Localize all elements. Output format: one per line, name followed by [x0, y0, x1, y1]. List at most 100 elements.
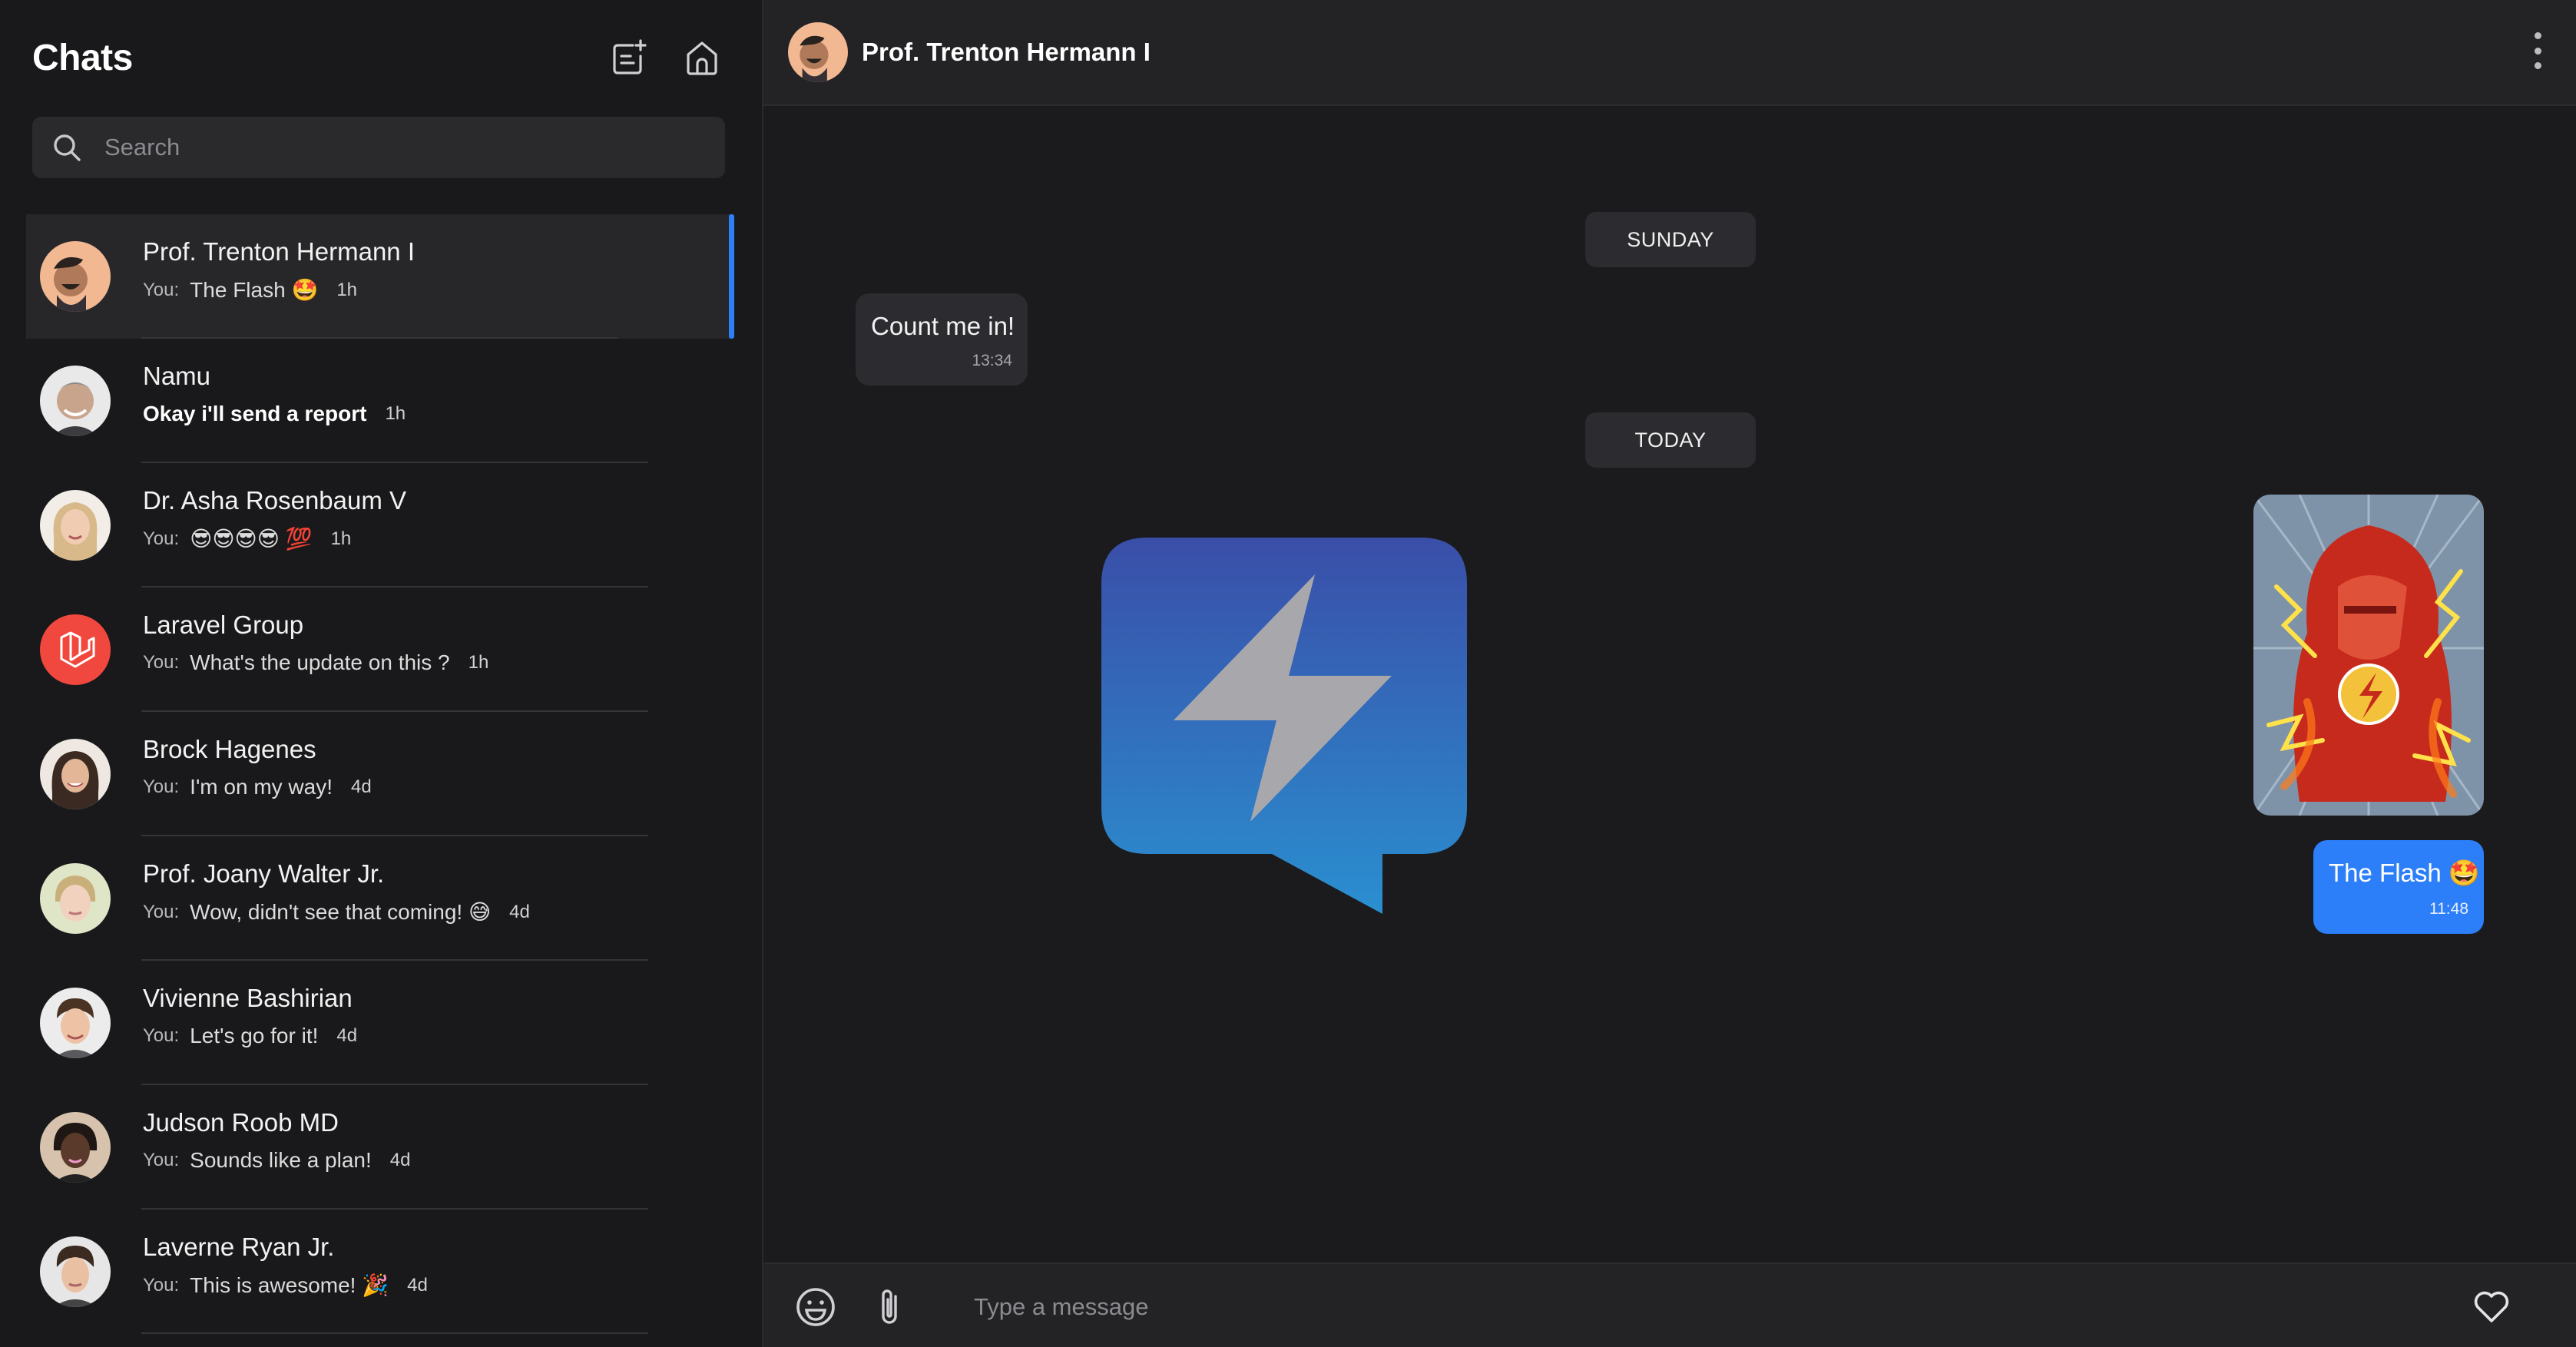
sender-label: You:	[143, 1150, 180, 1170]
home-icon	[687, 41, 717, 75]
chat-app: Chats Search Prof. Trenton Hermann I You…	[0, 0, 2576, 1347]
message-time: 4d	[389, 1150, 411, 1170]
message-time: 1h	[330, 528, 352, 549]
last-message: The Flash 🤩	[190, 278, 319, 302]
chat-preview: You: This is awesome! 🎉 4d	[143, 1273, 428, 1298]
last-message: Okay i'll send a report	[143, 402, 367, 425]
avatar	[40, 863, 111, 934]
sender-label: You:	[143, 652, 180, 673]
chat-item-brock-hagenes[interactable]: Brock Hagenes You: I'm on my way! 4d	[26, 712, 733, 836]
message-composer	[763, 1263, 2576, 1347]
chat-preview: You: Wow, didn't see that coming! 😅 4d	[143, 899, 530, 925]
chat-preview: Okay i'll send a report 1h	[143, 402, 406, 426]
chat-item-body: Prof. Joany Walter Jr. You: Wow, didn't …	[141, 836, 648, 961]
last-message: I'm on my way!	[190, 775, 333, 799]
chat-name: Judson Roob MD	[143, 1108, 339, 1137]
home-button[interactable]	[680, 36, 723, 79]
image-message[interactable]	[2253, 495, 2484, 816]
last-message: What's the update on this ?	[190, 650, 450, 674]
chat-name: Dr. Asha Rosenbaum V	[143, 486, 407, 515]
chat-preview: You: What's the update on this ? 1h	[143, 650, 488, 675]
date-divider-sunday: SUNDAY	[1585, 212, 1756, 267]
chat-preview: You: Sounds like a plan! 4d	[143, 1148, 410, 1173]
chat-item-asha-rosenbaum[interactable]: Dr. Asha Rosenbaum V You: 😎😎😎😎 💯 1h	[26, 463, 733, 587]
laravel-logo-icon	[40, 614, 111, 685]
avatar	[40, 614, 111, 685]
emoji-icon	[796, 1288, 835, 1326]
chat-item-laravel-group[interactable]: Laravel Group You: What's the update on …	[26, 587, 733, 712]
chat-item-body: Brock Hagenes You: I'm on my way! 4d	[141, 712, 648, 836]
message-time: 11:48	[2429, 900, 2468, 918]
message-time: 4d	[336, 1025, 358, 1046]
sidebar-actions	[608, 36, 723, 79]
chat-name: Vivienne Bashirian	[143, 984, 353, 1012]
chat-name: Laverne Ryan Jr.	[143, 1233, 335, 1261]
sender-label: You:	[143, 901, 180, 922]
chat-name: Namu	[143, 362, 211, 390]
incoming-message: Count me in! 13:34	[856, 293, 1028, 386]
emoji-button[interactable]	[793, 1284, 839, 1330]
last-message: This is awesome! 🎉	[190, 1273, 389, 1297]
heart-icon	[2474, 1291, 2509, 1322]
contact-avatar[interactable]	[788, 22, 848, 82]
message-time: 13:34	[972, 352, 1012, 369]
conversation-header: Prof. Trenton Hermann I	[763, 0, 2576, 106]
chat-list: Prof. Trenton Hermann I You: The Flash 🤩…	[26, 214, 734, 1334]
last-message: Wow, didn't see that coming! 😅	[190, 900, 492, 924]
chat-name: Prof. Trenton Hermann I	[143, 237, 415, 266]
message-time: 4d	[351, 776, 372, 797]
message-text: The Flash 🤩	[2329, 859, 2480, 887]
last-message: 😎😎😎😎 💯	[190, 527, 313, 551]
flash-image	[2253, 495, 2484, 816]
sidebar: Chats Search Prof. Trenton Hermann I You…	[0, 0, 763, 1347]
chat-item-body: Namu Okay i'll send a report 1h	[141, 339, 648, 463]
chat-item-namu[interactable]: Namu Okay i'll send a report 1h	[26, 339, 733, 463]
chat-name: Laravel Group	[143, 611, 304, 639]
message-time: 1h	[336, 279, 358, 300]
sender-label: You:	[143, 279, 180, 300]
search-icon	[40, 131, 94, 164]
sidebar-header: Chats	[32, 31, 723, 84]
chat-item-body: Vivienne Bashirian You: Let's go for it!…	[141, 961, 648, 1085]
chat-item-joany-walter[interactable]: Prof. Joany Walter Jr. You: Wow, didn't …	[26, 836, 733, 961]
attachment-icon	[882, 1289, 897, 1324]
chat-item-vivienne-bashirian[interactable]: Vivienne Bashirian You: Let's go for it!…	[26, 961, 733, 1085]
chat-preview: You: I'm on my way! 4d	[143, 775, 372, 799]
conversation-panel: Prof. Trenton Hermann I SUNDAY Count me …	[763, 0, 2576, 1347]
chat-name: Prof. Joany Walter Jr.	[143, 859, 385, 888]
avatar	[40, 1236, 111, 1307]
avatar	[40, 739, 111, 809]
chat-preview: You: 😎😎😎😎 💯 1h	[143, 526, 351, 551]
message-time: 4d	[407, 1274, 428, 1296]
avatar	[40, 490, 111, 561]
chat-item-trenton-hermann[interactable]: Prof. Trenton Hermann I You: The Flash 🤩…	[26, 214, 734, 339]
like-button[interactable]	[2468, 1284, 2515, 1330]
search-input[interactable]	[94, 117, 725, 178]
message-input[interactable]	[972, 1278, 2278, 1336]
search-bar	[32, 117, 725, 178]
chat-item-body: Judson Roob MD You: Sounds like a plan! …	[141, 1085, 648, 1210]
sender-label: You:	[143, 776, 180, 797]
new-chat-button[interactable]	[608, 36, 651, 79]
contact-name[interactable]: Prof. Trenton Hermann I	[862, 38, 1151, 67]
message-time: 1h	[468, 652, 489, 673]
message-time: 1h	[385, 403, 406, 424]
avatar	[40, 241, 111, 312]
avatar	[40, 988, 111, 1058]
app-logo-icon	[1101, 538, 1467, 914]
chat-item-judson-roob[interactable]: Judson Roob MD You: Sounds like a plan! …	[26, 1085, 733, 1210]
sidebar-title: Chats	[32, 37, 133, 78]
new-chat-icon	[613, 39, 647, 74]
avatar	[40, 1112, 111, 1183]
chat-item-laverne-ryan[interactable]: Laverne Ryan Jr. You: This is awesome! 🎉…	[26, 1210, 733, 1334]
last-message: Let's go for it!	[190, 1024, 319, 1047]
chat-name: Brock Hagenes	[143, 735, 316, 763]
kebab-menu-icon[interactable]	[2530, 32, 2545, 69]
chat-item-body: Prof. Trenton Hermann I You: The Flash 🤩…	[141, 214, 618, 339]
attachment-button[interactable]	[868, 1284, 914, 1330]
last-message: Sounds like a plan!	[190, 1148, 372, 1172]
outgoing-message: The Flash 🤩 11:48	[2313, 840, 2484, 934]
chat-preview: You: Let's go for it! 4d	[143, 1024, 357, 1048]
chat-item-body: Dr. Asha Rosenbaum V You: 😎😎😎😎 💯 1h	[141, 463, 648, 587]
date-divider-today: TODAY	[1585, 412, 1756, 468]
